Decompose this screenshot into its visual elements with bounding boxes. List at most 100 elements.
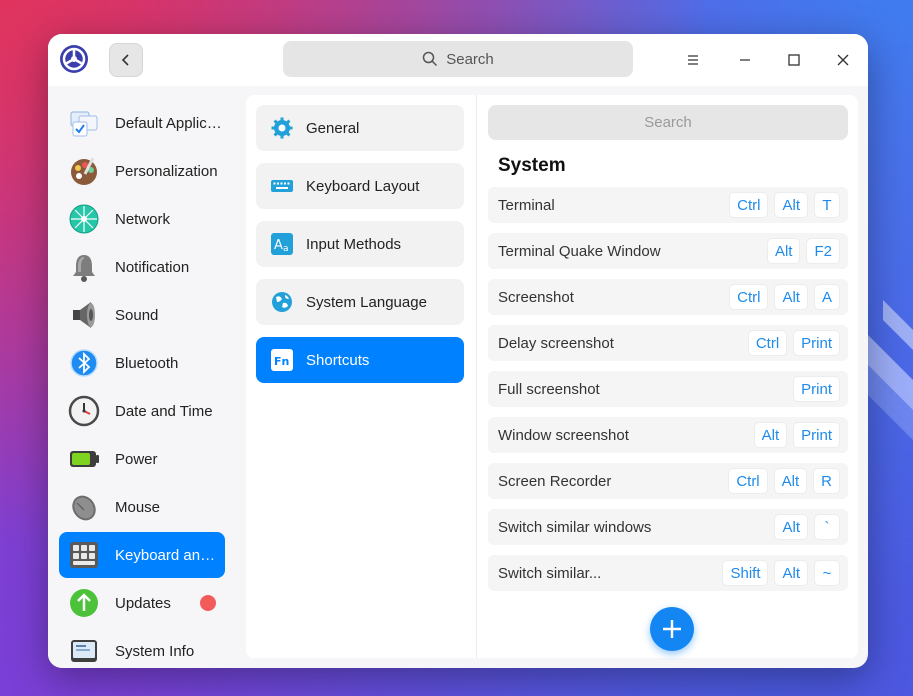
key-cap: Alt [766,238,801,264]
sidebar-item-label: Keyboard and Language [115,546,223,564]
shortcut-row[interactable]: Terminal Ctrl Alt T [488,187,848,223]
key-cap: Alt [774,514,808,540]
settings-logo-icon [60,45,88,73]
category-system-language[interactable]: System Language [256,279,464,325]
shortcut-row[interactable]: Delay screenshot Ctrl Print [488,325,848,361]
key-cap: Ctrl [729,284,769,310]
globe-icon [272,292,292,312]
sidebar-item-mouse[interactable]: Mouse [59,484,225,530]
shortcut-row[interactable]: Screen Recorder Ctrl Alt R [488,463,848,499]
sidebar-item-label: Network [115,210,171,228]
shortcut-row[interactable]: Screenshot Ctrl Alt A [488,279,848,315]
sidebar-item-system-info[interactable]: System Info [59,628,225,668]
keyboard-layout-icon [271,180,293,192]
top-search-input[interactable]: Search [283,41,633,77]
key-cap: Alt [773,468,808,494]
category-label: System Language [306,293,427,311]
menu-icon [688,55,698,65]
shortcut-row[interactable]: Switch similar windows Alt ` [488,509,848,545]
update-arrow-icon [70,589,98,617]
key-combo: Ctrl Alt R [728,468,840,494]
notification-bell-icon [73,255,95,282]
category-general[interactable]: General [256,105,464,151]
close-button[interactable] [826,43,860,77]
shortcut-name: Screenshot [498,288,574,306]
sidebar: Default Applications Personalization [48,86,236,668]
key-combo: Ctrl Print [747,330,840,356]
maximize-button[interactable] [777,43,811,77]
sidebar-item-network[interactable]: Network [59,196,225,242]
plus-icon [663,620,681,638]
key-cap: Print [793,330,840,356]
network-icon [69,204,99,234]
key-combo: Alt Print [753,422,840,448]
sidebar-item-sound[interactable]: Sound [59,292,225,338]
category-label: Keyboard Layout [306,177,420,195]
battery-icon [70,451,99,467]
key-combo: Ctrl Alt T [729,192,840,218]
title-bar: Search [48,34,868,86]
category-keyboard-layout[interactable]: Keyboard Layout [256,163,464,209]
back-button[interactable] [109,43,143,77]
key-combo: Alt F2 [766,238,840,264]
category-shortcuts[interactable]: Fn Shortcuts [256,337,464,383]
chevron-left-icon [121,54,129,66]
category-label: Shortcuts [306,351,370,369]
sidebar-item-label: Updates [115,594,171,612]
sidebar-item-label: Bluetooth [115,354,179,372]
shortcut-row[interactable]: Terminal Quake Window Alt F2 [488,233,848,269]
shortcut-name: Delay screenshot [498,334,614,352]
mouse-icon [72,495,96,521]
add-shortcut-button[interactable] [650,607,694,651]
key-cap: Ctrl [747,330,788,356]
bluetooth-icon [70,349,98,377]
sidebar-item-keyboard-and-language[interactable]: Keyboard and Language [59,532,225,578]
key-cap: Ctrl [729,192,769,218]
key-combo: Ctrl Alt A [729,284,840,310]
settings-window: Search Default Applicati Personalization… [48,34,868,668]
top-search-placeholder: Search [446,50,494,68]
sidebar-item-label: Default Applications [115,114,223,132]
key-cap: Alt [753,422,788,448]
sidebar-item-default-applications[interactable]: Default Applications [59,100,225,146]
shortcut-row[interactable]: Switch similar... Shift Alt ~ [488,555,848,591]
fn-icon: Fn [271,349,293,371]
sidebar-item-bluetooth[interactable]: Bluetooth [59,340,225,386]
key-cap: F2 [806,238,840,264]
menu-button[interactable] [676,43,710,77]
key-combo: Shift Alt ~ [722,560,840,586]
close-icon [837,54,849,66]
shortcut-search-input[interactable]: Search [488,105,848,140]
input-methods-icon: A a [271,233,293,255]
gear-icon [271,117,293,139]
key-cap: T [814,192,840,218]
key-cap: ` [814,514,840,540]
key-combo: Print [793,376,840,402]
shortcut-name: Switch similar windows [498,518,652,536]
sidebar-item-label: Date and Time [115,402,213,420]
content-panel: General Keyboard Layout A a Input Method… [246,95,858,658]
svg-text:a: a [283,244,289,254]
minimize-button[interactable] [728,43,762,77]
panel-divider [476,95,477,658]
key-cap: Alt [774,192,808,218]
sidebar-item-personalization[interactable]: Personalization [59,148,225,194]
shortcut-row[interactable]: Window screenshot Alt Print [488,417,848,453]
sidebar-item-notification[interactable]: Notification [59,244,225,290]
key-cap: Ctrl [728,468,768,494]
key-cap: ~ [814,560,840,586]
search-icon [422,51,438,67]
svg-text:A: A [274,238,283,253]
category-input-methods[interactable]: A a Input Methods [256,221,464,267]
clock-icon [68,395,100,427]
minimize-icon [740,59,750,61]
shortcut-name: Terminal [498,196,555,214]
sidebar-item-label: Sound [115,306,159,324]
sidebar-item-power[interactable]: Power [59,436,225,482]
shortcut-row[interactable]: Full screenshot Print [488,371,848,407]
category-label: Input Methods [306,235,402,253]
key-cap: Alt [774,560,808,586]
key-cap: Alt [774,284,808,310]
sidebar-item-date-and-time[interactable]: Date and Time [59,388,225,434]
sidebar-item-updates[interactable]: Updates [59,580,225,626]
